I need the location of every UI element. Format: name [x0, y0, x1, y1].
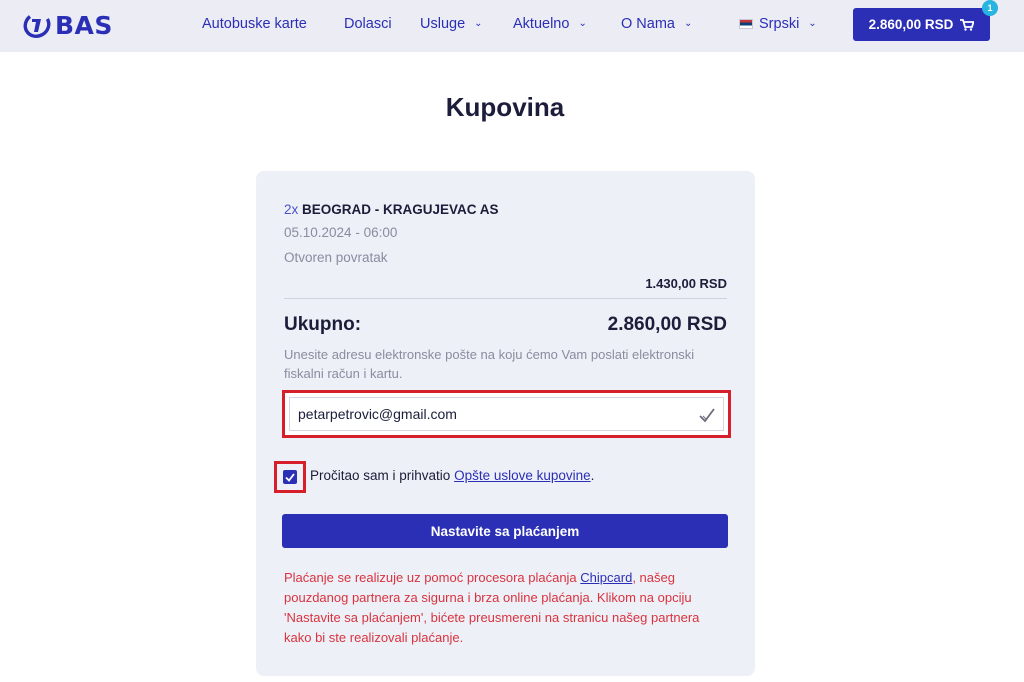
terms-checkbox[interactable] [283, 470, 297, 484]
line-price: 1.430,00 RSD [645, 276, 727, 291]
nav-dolasci-label: Dolasci [344, 16, 392, 32]
nav-aktuelno-label: Aktuelno [513, 16, 570, 32]
departure-datetime: 05.10.2024 - 06:00 [284, 225, 398, 240]
cart-total: 2.860,00 RSD [868, 17, 954, 32]
cart-count-badge: 1 [982, 0, 998, 16]
language-label: Srpski [759, 16, 800, 32]
terms-label: Pročitao sam i prihvatio Opšte uslove ku… [310, 468, 594, 483]
return-type: Otvoren povratak [284, 250, 388, 265]
chevron-down-icon: ⌄ [578, 17, 587, 29]
divider [284, 298, 727, 299]
email-note: Unesite adresu elektronske pošte na koju… [284, 347, 695, 381]
nav-autobuske-karte[interactable]: Autobuske karte [202, 0, 307, 48]
nav-dolasci[interactable]: Dolasci [344, 0, 392, 48]
checkbox-checked-icon [285, 472, 295, 482]
bas-logo[interactable]: BAS [22, 10, 113, 40]
nav-o-nama-label: O Nama [621, 16, 675, 32]
page-title: Kupovina [445, 92, 565, 122]
terms-checkbox-highlight [274, 461, 306, 493]
payment-info: Plaćanje se realizuje uz pomoć procesora… [284, 568, 729, 648]
chevron-down-icon: ⌄ [808, 17, 817, 29]
cart-button[interactable]: 2.860,00 RSD [853, 8, 990, 41]
top-header: BAS Autobuske karte Dolasci Usluge ⌄ Akt… [0, 0, 1024, 52]
purchase-card: 2x BEOGRAD - KRAGUJEVAC AS 05.10.2024 - … [256, 171, 755, 676]
terms-suffix: . [590, 468, 595, 483]
logo-text: BAS [55, 10, 113, 40]
nav-usluge-label: Usluge [420, 16, 466, 32]
route-line: 2x BEOGRAD - KRAGUJEVAC AS [284, 202, 499, 217]
terms-text: Pročitao sam i prihvatio [310, 468, 455, 483]
checkmark-icon [699, 408, 715, 423]
email-field[interactable] [289, 397, 724, 431]
continue-payment-button[interactable]: Nastavite sa plaćanjem [282, 514, 728, 548]
email-field-highlight [282, 390, 731, 438]
total-value: 2.860,00 RSD [607, 314, 727, 335]
terms-link[interactable]: Opšte uslove kupovine [454, 468, 591, 483]
language-selector[interactable]: Srpski ⌄ [739, 0, 817, 48]
nav-o-nama[interactable]: O Nama ⌄ [621, 0, 692, 48]
payment-info-part1: Plaćanje se realizuje uz pomoć procesora… [284, 570, 581, 585]
chipcard-link[interactable]: Chipcard [580, 570, 632, 585]
bas-logo-icon [23, 12, 51, 38]
serbia-flag-icon [739, 19, 753, 29]
route-name: BEOGRAD - KRAGUJEVAC AS [302, 202, 499, 217]
chevron-down-icon: ⌄ [684, 17, 693, 29]
total-label: Ukupno: [284, 314, 362, 335]
nav-usluge[interactable]: Usluge ⌄ [420, 0, 483, 48]
cart-icon [960, 18, 975, 31]
chevron-down-icon: ⌄ [474, 17, 483, 29]
ticket-quantity: 2x [284, 202, 299, 217]
nav-aktuelno[interactable]: Aktuelno ⌄ [513, 0, 587, 48]
nav-autobuske-karte-label: Autobuske karte [202, 16, 307, 32]
